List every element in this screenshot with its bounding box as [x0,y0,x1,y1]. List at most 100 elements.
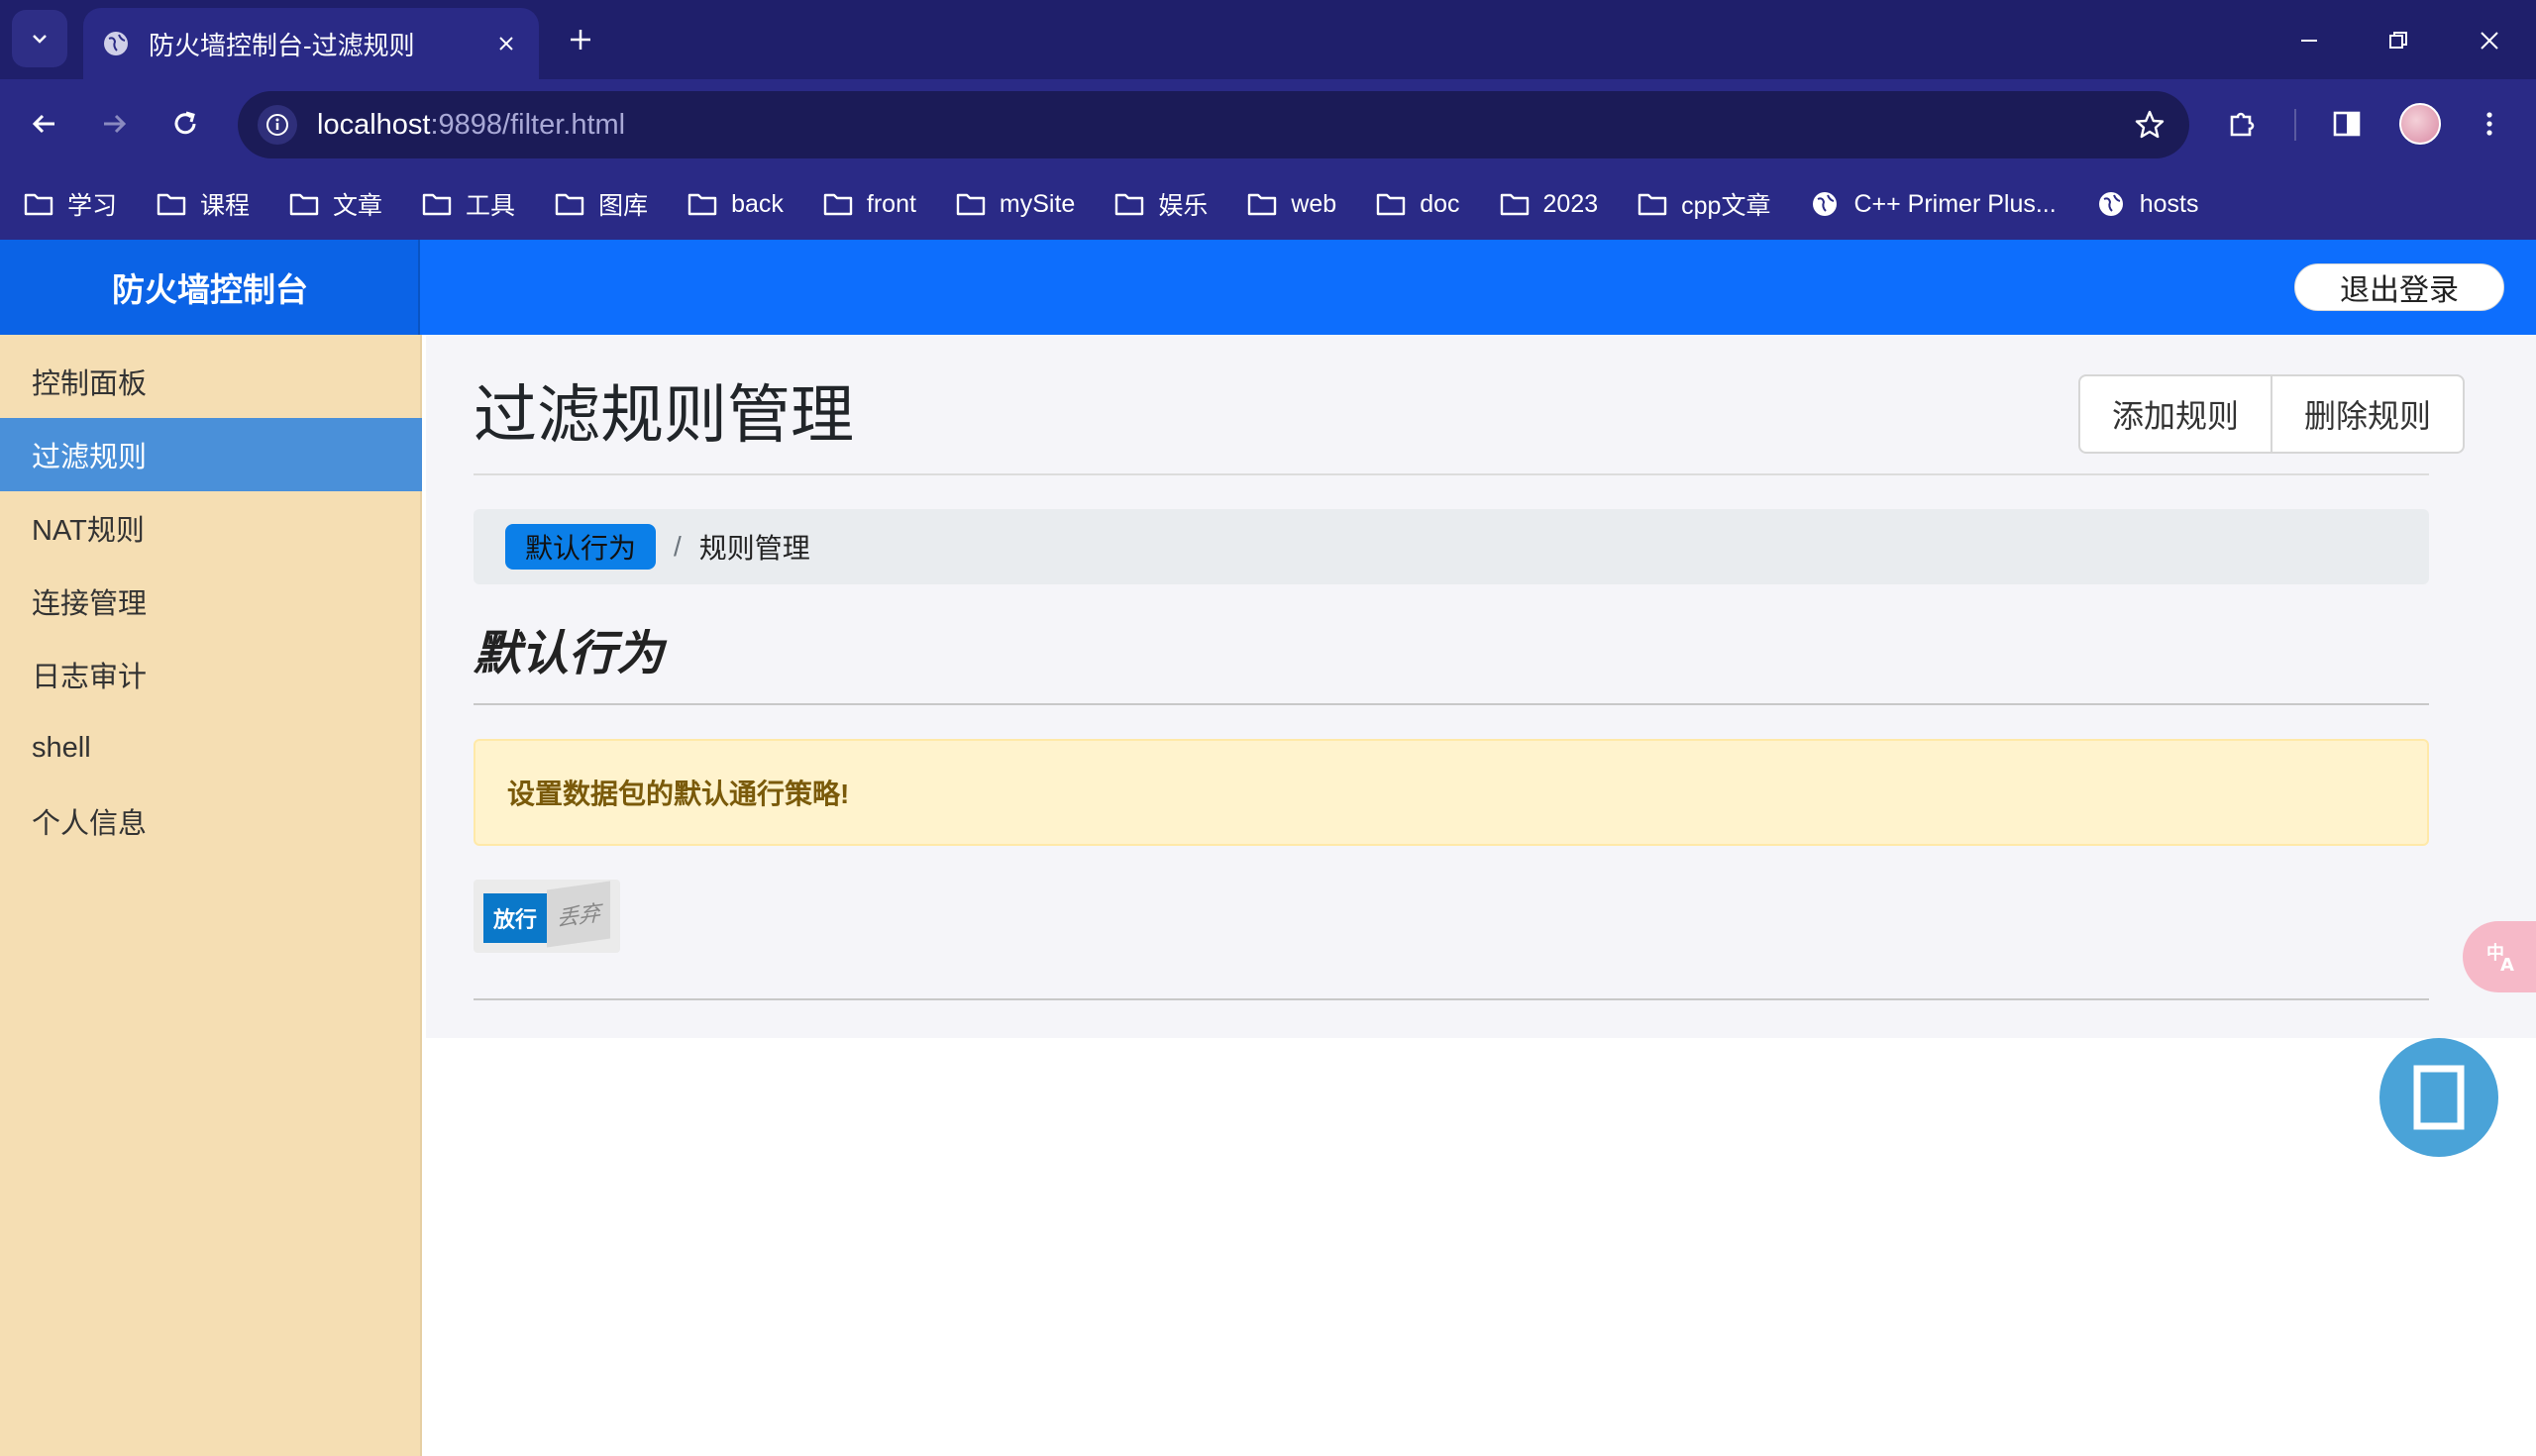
tab-close-icon[interactable] [491,29,521,58]
globe-icon [2096,189,2140,219]
chevron-down-icon [33,35,47,44]
breadcrumb-separator: / [674,531,682,562]
rule-button-group: 添加规则 删除规则 [2078,374,2466,454]
bookmark-label: front [866,189,916,218]
app-topbar: 防火墙控制台 退出登录 [0,240,2536,335]
close-window-button[interactable] [2465,16,2514,65]
tab-search-button[interactable] [12,10,67,67]
bookmark-label: 课程 [200,192,251,220]
folder-icon [555,191,598,217]
bookmark-item[interactable]: 图库 [555,186,648,222]
logout-button[interactable]: 退出登录 [2294,263,2504,311]
puzzle-icon [2230,112,2255,137]
bookmark-item[interactable]: 课程 [157,186,250,222]
folder-icon [687,191,731,217]
bookmark-item[interactable]: mySite [956,190,1075,219]
sidebar-item[interactable]: 个人信息 [0,784,422,858]
bookmark-item[interactable]: front [823,190,916,219]
default-policy-toggle[interactable]: 放行 丢弃 [474,880,620,953]
bookmark-item[interactable]: cpp文章 [1638,186,1770,222]
toggle-allow-label: 放行 [483,893,547,943]
warning-alert: 设置数据包的默认通行策略! [474,739,2429,846]
folder-icon [1376,191,1420,217]
divider [474,473,2429,475]
svg-text:A: A [2500,955,2514,975]
forward-button[interactable] [91,101,137,147]
bookmark-item[interactable]: web [1247,190,1336,219]
bookmark-label: 学习 [67,192,118,220]
globe-icon [104,32,128,55]
bookmark-item[interactable]: hosts [2096,189,2198,219]
sidebar-item[interactable]: 连接管理 [0,565,422,638]
plus-icon [571,30,590,50]
tab-active[interactable]: 防火墙控制台-过滤规则 [83,8,539,79]
folder-icon [1114,191,1158,217]
restore-icon [2389,32,2407,49]
toolbar-separator [2294,109,2296,141]
folder-icon [956,191,1000,217]
folder-icon [24,191,67,217]
bookmark-label: back [731,189,784,218]
new-tab-button[interactable] [559,18,602,61]
sidebar-item[interactable]: 过滤规则 [0,418,422,491]
bookmark-label: web [1291,189,1337,218]
bookmark-item[interactable]: back [687,190,784,219]
bookmark-label: 工具 [466,192,516,220]
address-bar[interactable]: localhost:9898/filter.html [238,91,2189,158]
close-icon [2481,32,2498,50]
delete-rule-button[interactable]: 删除规则 [2271,376,2463,452]
main-content: 过滤规则管理 添加规则 删除规则 默认行为 / 规则管理 默认行为 设置数据包的… [426,335,2536,1038]
browser-toolbar: localhost:9898/filter.html [0,79,2536,168]
bookmark-item[interactable]: doc [1376,189,1460,219]
reload-icon [174,111,196,135]
arrow-right-icon [104,114,127,134]
bookmark-item[interactable]: 学习 [24,186,117,222]
tab-title: 防火墙控制台-过滤规则 [149,30,415,60]
sidebar-item[interactable]: 日志审计 [0,638,422,711]
breadcrumb: 默认行为 / 规则管理 [474,509,2429,584]
folder-icon [1638,191,1681,217]
back-button[interactable] [22,101,67,147]
folder-icon [422,191,466,217]
translate-button[interactable]: 中A [2463,921,2536,992]
bookmark-label: 娱乐 [1158,192,1209,220]
more-vert-icon [2486,112,2492,136]
bookmark-label: 2023 [1542,189,1599,218]
folder-icon [289,191,333,217]
add-rule-button[interactable]: 添加规则 [2080,376,2271,452]
url-text: localhost:9898/filter.html [317,108,626,141]
bookmark-item[interactable]: 娱乐 [1114,186,1208,222]
side-panel-button[interactable] [2324,101,2370,147]
bookmark-label: 图库 [598,192,649,220]
sidebar: 控制面板 过滤规则 NAT规则 连接管理 日志审计 shell 个人信息 [0,335,422,1456]
bookmark-label: doc [1420,189,1460,218]
sidebar-item[interactable]: 控制面板 [0,345,422,418]
app-brand[interactable]: 防火墙控制台 [0,240,420,335]
page-title: 过滤规则管理 [474,379,854,451]
reload-button[interactable] [162,101,208,147]
reader-icon [2413,1065,2465,1130]
reader-mode-button[interactable] [2379,1038,2498,1157]
site-info-icon[interactable] [258,105,297,145]
folder-icon [823,191,867,217]
breadcrumb-item-default-action[interactable]: 默认行为 [505,524,657,570]
menu-button[interactable] [2467,101,2512,147]
page: 防火墙控制台 退出登录 控制面板 过滤规则 NAT规则 连接管理 日志审计 shell 个人… [0,240,2536,1456]
folder-icon [1247,191,1291,217]
restore-button[interactable] [2374,16,2423,65]
bookmark-label: mySite [999,189,1076,218]
minimize-button[interactable] [2284,16,2334,65]
profile-avatar[interactable] [2399,103,2441,145]
bookmark-star-icon[interactable] [2130,105,2169,145]
browser-tabstrip: 防火墙控制台-过滤规则 [0,0,2536,79]
sidebar-item[interactable]: shell [0,711,422,784]
bookmark-label: 文章 [333,192,383,220]
sidebar-item[interactable]: NAT规则 [0,491,422,565]
extensions-button[interactable] [2219,101,2265,147]
bookmark-item[interactable]: 文章 [289,186,382,222]
bookmark-item[interactable]: 工具 [422,186,515,222]
breadcrumb-item-rule-management[interactable]: 规则管理 [699,527,810,567]
globe-icon [1810,189,1853,219]
bookmark-item[interactable]: 2023 [1500,189,1599,219]
bookmark-item[interactable]: C++ Primer Plus... [1810,189,2057,219]
